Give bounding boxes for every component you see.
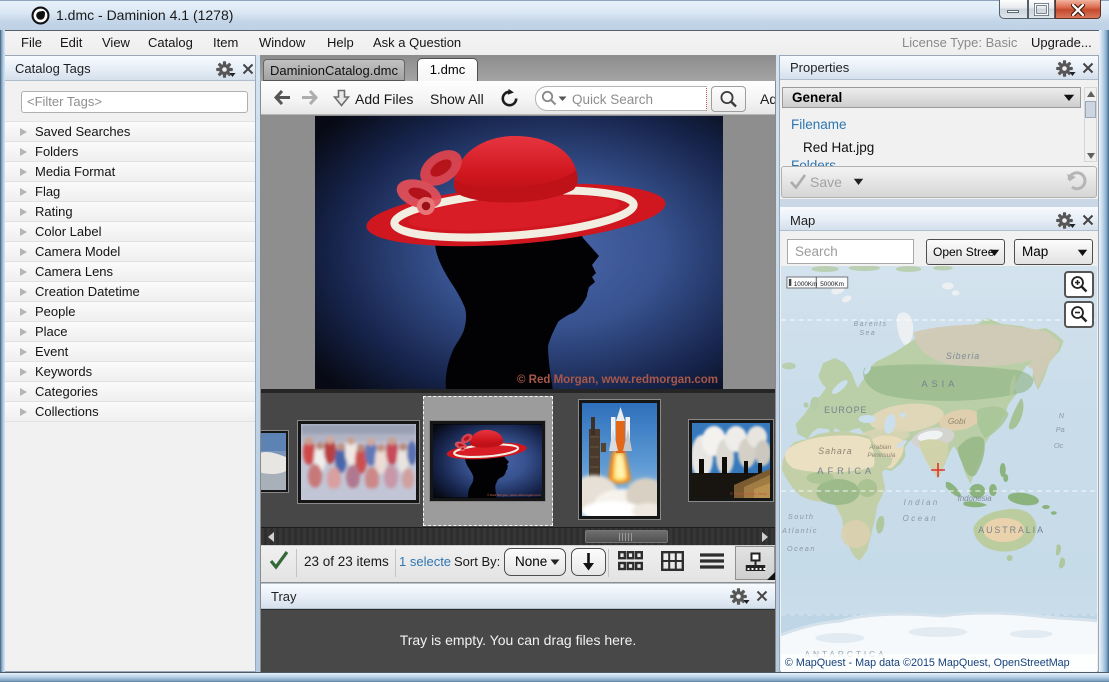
svg-text:© Red Morgan, www: © Red Morgan, www <box>730 491 767 496</box>
svg-text:Ocean: Ocean <box>903 514 938 523</box>
svg-text:Atlantic: Atlantic <box>781 526 818 535</box>
svg-text:Peninsula: Peninsula <box>867 452 895 459</box>
svg-text:N: N <box>1059 411 1065 420</box>
svg-text:Indian: Indian <box>904 498 940 507</box>
svg-text:Pa: Pa <box>1056 425 1065 434</box>
svg-text:Oc: Oc <box>1054 441 1064 450</box>
svg-text:Ocean: Ocean <box>787 544 816 553</box>
svg-text:1000Km: 1000Km <box>794 281 818 288</box>
svg-text:South: South <box>788 512 815 521</box>
svg-text:EUROPE: EUROPE <box>824 405 867 415</box>
svg-text:Sea: Sea <box>860 330 877 337</box>
svg-text:AFRICA: AFRICA <box>817 465 875 476</box>
svg-text:ASIA: ASIA <box>921 378 958 389</box>
svg-text:© MapQuest - Map data ©2015 Ma: © MapQuest - Map data ©2015 MapQuest, Op… <box>785 657 1070 669</box>
svg-text:AUSTRALIA: AUSTRALIA <box>978 525 1045 535</box>
svg-text:Barents: Barents <box>854 321 888 328</box>
svg-text:Gobi: Gobi <box>948 416 967 426</box>
svg-text:Siberia: Siberia <box>946 351 980 361</box>
svg-text:Sahara: Sahara <box>818 446 852 456</box>
svg-text:Indonesia: Indonesia <box>958 494 993 503</box>
svg-text:Arabian: Arabian <box>868 444 891 451</box>
svg-text:5000Km: 5000Km <box>820 281 844 288</box>
